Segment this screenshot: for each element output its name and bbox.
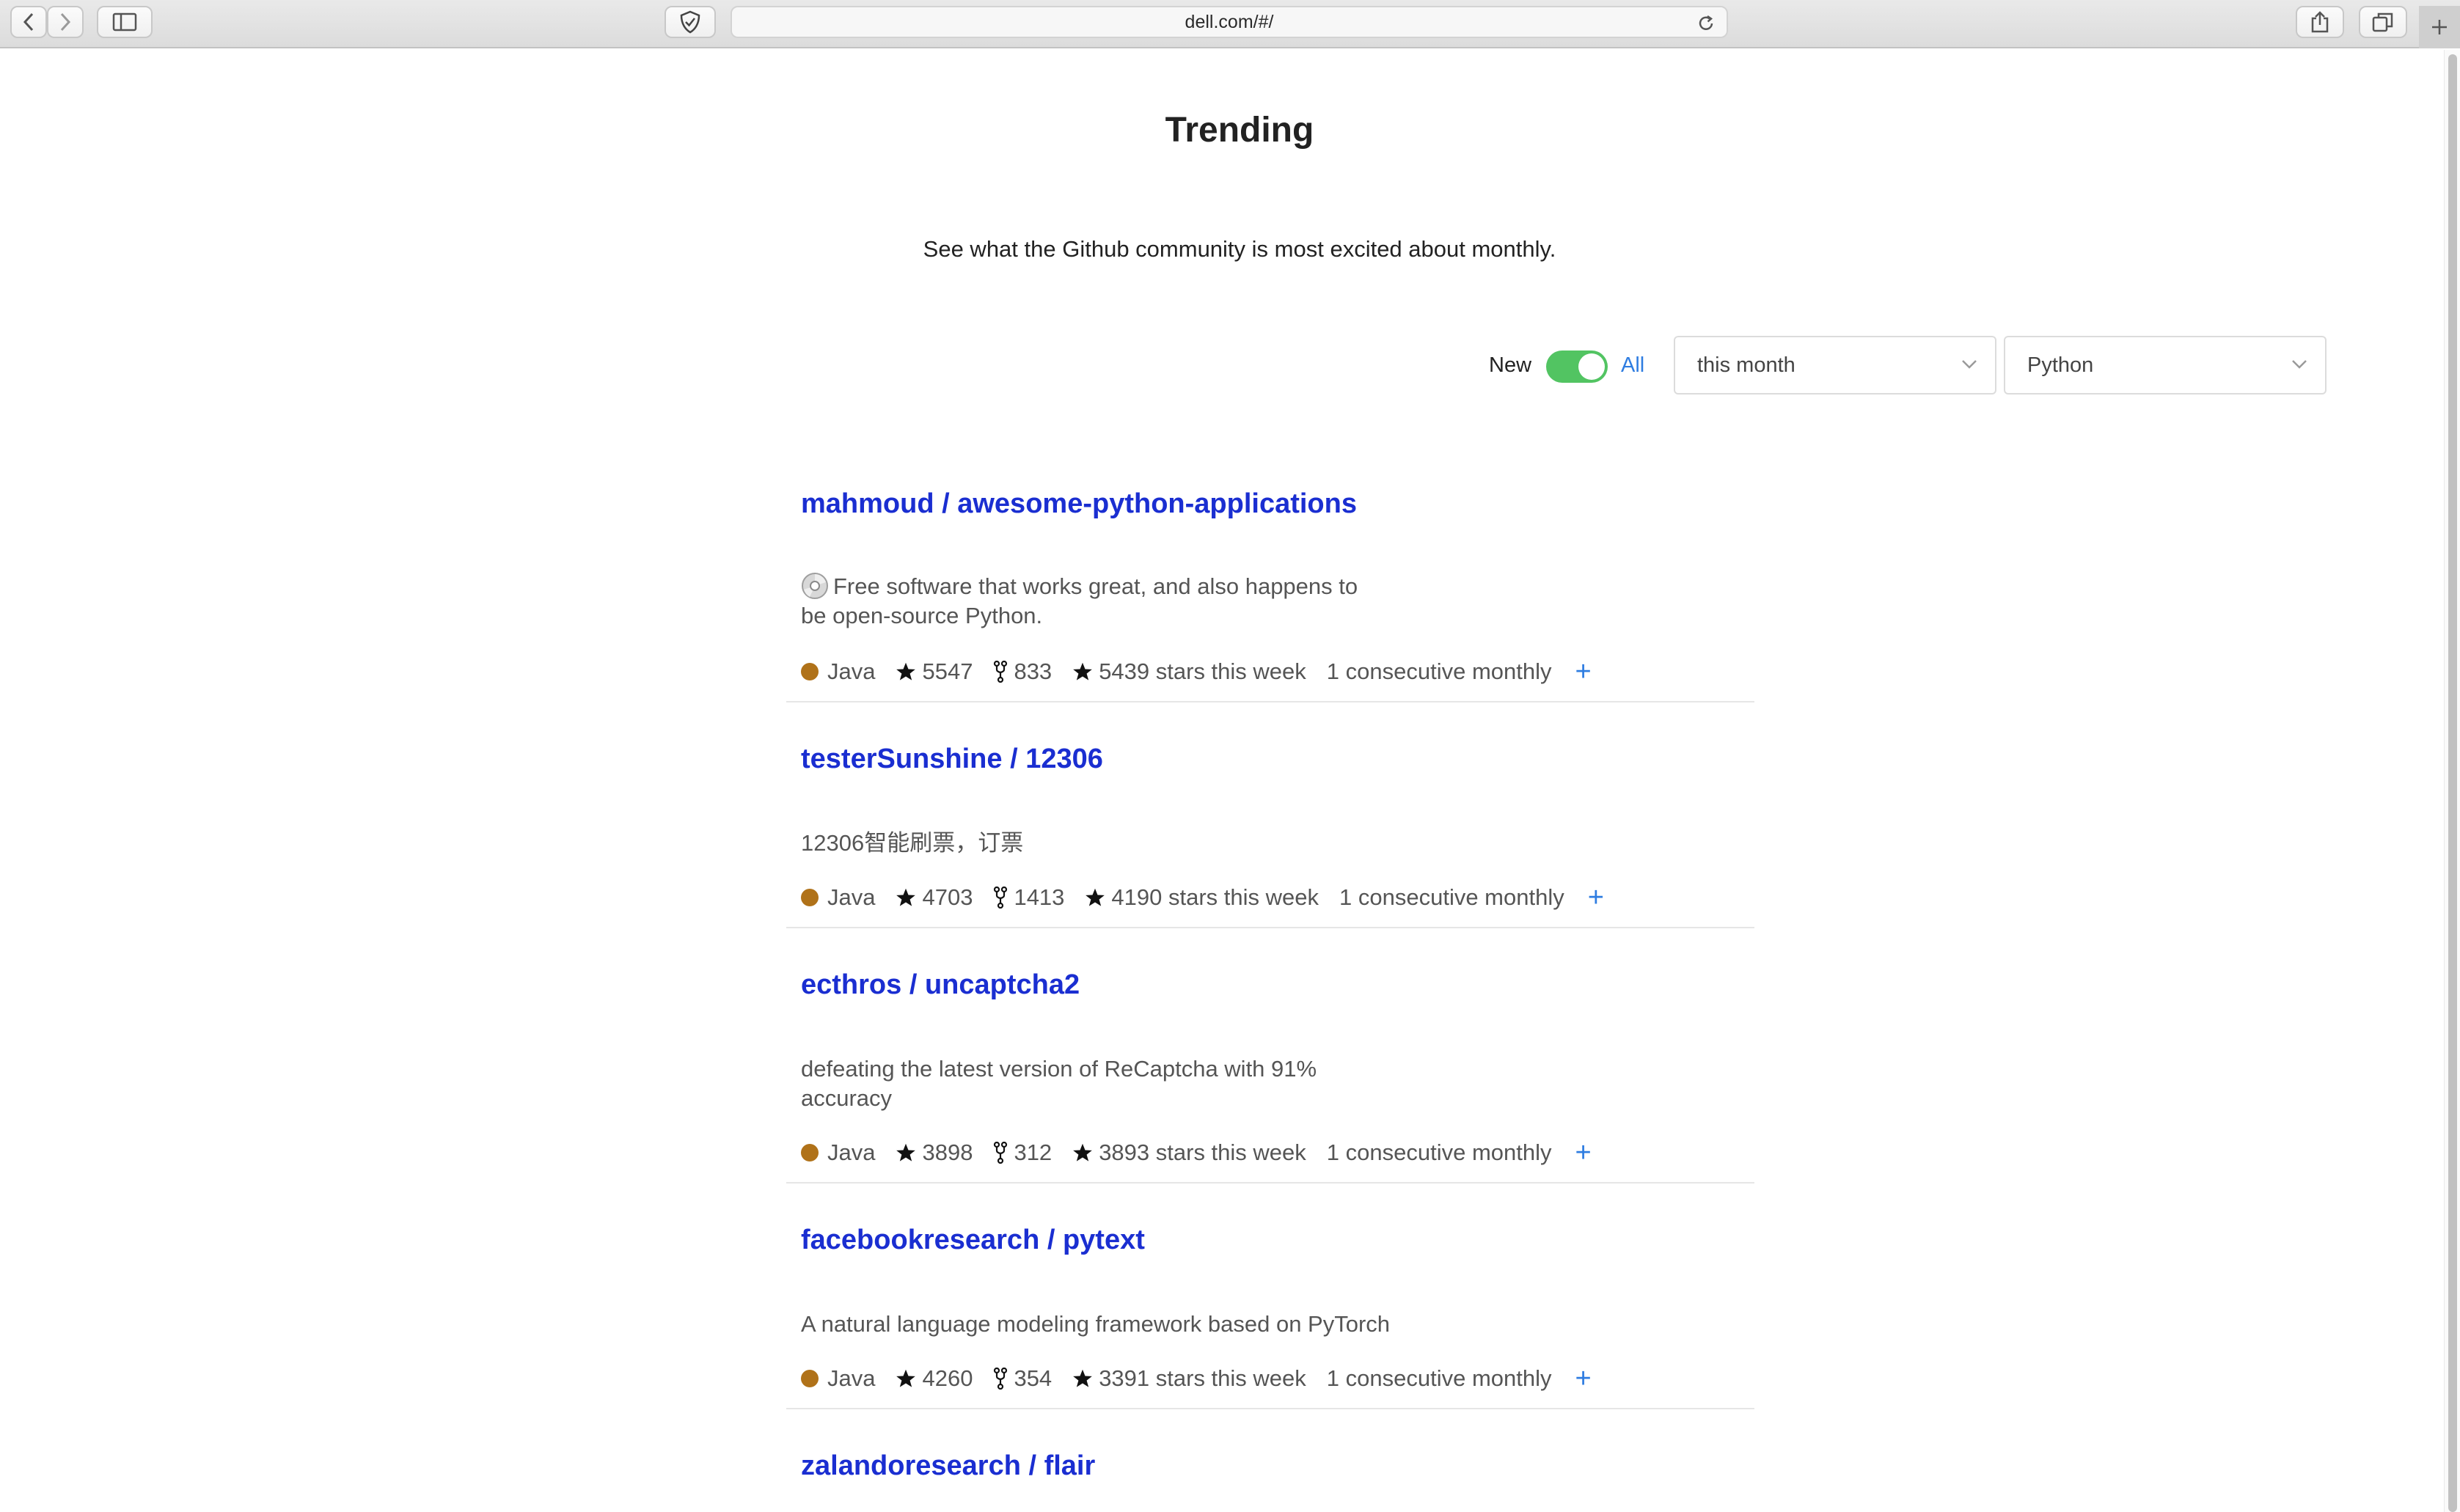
repo-stars-this-week: 5439 stars this week xyxy=(1099,658,1306,684)
language-select-value: Python xyxy=(2027,353,2094,377)
repo-stars: 4260 xyxy=(922,1365,973,1391)
repo-consecutive: 1 consecutive monthly xyxy=(1326,1365,1552,1391)
toggle-label-new: New xyxy=(1489,353,1532,377)
add-button[interactable]: + xyxy=(1575,1138,1592,1167)
forward-button[interactable] xyxy=(47,6,84,38)
repo-title-link[interactable]: mahmoud / awesome-python-applications xyxy=(801,488,1357,520)
repo-title-link[interactable]: testerSunshine / 12306 xyxy=(801,744,1103,775)
language-color-dot xyxy=(801,663,819,680)
browser-toolbar: dell.com/#/ xyxy=(0,0,2460,48)
chevron-down-icon xyxy=(1962,360,1977,369)
repo-description-line1: defeating the latest version of ReCaptch… xyxy=(801,1056,1317,1082)
star-icon xyxy=(896,1143,916,1161)
fork-icon xyxy=(994,1368,1008,1390)
reload-icon[interactable] xyxy=(1696,13,1716,34)
repo-stars: 3898 xyxy=(922,1139,973,1165)
repo-description: A natural language modeling framework ba… xyxy=(801,1310,1432,1339)
language-color-dot xyxy=(801,1370,819,1387)
repo-forks: 833 xyxy=(1014,658,1053,684)
repo-stars-this-week: 4190 stars this week xyxy=(1111,884,1319,910)
sidebar-icon xyxy=(112,12,137,32)
star-icon xyxy=(1073,662,1093,680)
address-bar[interactable]: dell.com/#/ xyxy=(731,6,1728,38)
repo-description-line2: accuracy xyxy=(801,1085,893,1111)
chevron-left-icon xyxy=(23,12,34,32)
repo-stars: 4703 xyxy=(922,884,973,910)
repo-language: Java xyxy=(827,1139,876,1165)
chevron-down-icon xyxy=(2292,360,2307,369)
url-text: dell.com/#/ xyxy=(1185,11,1274,32)
period-select-value: this month xyxy=(1697,353,1795,377)
repo-forks: 312 xyxy=(1014,1139,1053,1165)
repo-consecutive: 1 consecutive monthly xyxy=(1326,1139,1552,1165)
repo-consecutive: 1 consecutive monthly xyxy=(1326,658,1552,684)
star-icon xyxy=(896,888,916,906)
add-button[interactable]: + xyxy=(1575,1364,1592,1393)
repo-item: testerSunshine / 12306 12306智能刷票，订票 Java… xyxy=(786,702,1754,928)
toggle-knob xyxy=(1578,353,1605,380)
repo-description-line2: be open-source Python. xyxy=(801,603,1043,628)
repo-stars-this-week: 3893 stars this week xyxy=(1099,1139,1306,1165)
repo-stars-this-week: 3391 stars this week xyxy=(1099,1365,1306,1391)
disc-icon xyxy=(802,573,828,599)
star-icon xyxy=(1073,1143,1093,1161)
share-icon xyxy=(2311,11,2329,33)
privacy-shield-button[interactable] xyxy=(665,6,716,38)
repo-forks: 354 xyxy=(1014,1365,1053,1391)
shield-icon xyxy=(680,10,700,34)
repo-description-line1: A natural language modeling framework ba… xyxy=(801,1311,1391,1337)
repo-consecutive: 1 consecutive monthly xyxy=(1339,884,1564,910)
sidebar-toggle-button[interactable] xyxy=(97,6,153,38)
new-all-toggle[interactable] xyxy=(1546,351,1608,383)
add-button[interactable]: + xyxy=(1588,883,1604,912)
scroll-thumb[interactable] xyxy=(2448,54,2457,1512)
share-button[interactable] xyxy=(2296,6,2344,38)
repo-language: Java xyxy=(827,884,876,910)
language-color-dot xyxy=(801,1144,819,1161)
add-button[interactable]: + xyxy=(1575,657,1592,686)
star-icon xyxy=(1073,1369,1093,1387)
repo-description: defeating the latest version of ReCaptch… xyxy=(801,1054,1432,1113)
star-icon xyxy=(896,1369,916,1387)
tabs-overview-button[interactable] xyxy=(2359,6,2407,38)
plus-icon xyxy=(2432,20,2447,34)
language-color-dot xyxy=(801,889,819,906)
repo-forks: 1413 xyxy=(1014,884,1065,910)
repo-title-link[interactable]: ecthros / uncaptcha2 xyxy=(801,969,1080,1001)
back-button[interactable] xyxy=(10,6,47,38)
repo-meta: Java 4260 354 3391 stars this week 1 con… xyxy=(801,1364,1592,1393)
page-subtitle: See what the Github community is most ex… xyxy=(923,236,1556,262)
repo-language: Java xyxy=(827,658,876,684)
language-select[interactable]: Python xyxy=(2004,336,2327,394)
period-select[interactable]: this month xyxy=(1674,336,1996,394)
page-scrollbar[interactable] xyxy=(2444,50,2460,1512)
star-icon xyxy=(1086,888,1105,906)
repo-description: Free software that works great, and also… xyxy=(801,572,1432,631)
repo-title-link[interactable]: facebookresearch / pytext xyxy=(801,1225,1145,1256)
fork-icon xyxy=(994,887,1008,909)
toggle-label-all: All xyxy=(1621,353,1645,377)
repo-meta: Java 4703 1413 4190 stars this week 1 co… xyxy=(801,883,1604,912)
repo-meta: Java 5547 833 5439 stars this week 1 con… xyxy=(801,657,1592,686)
repo-language: Java xyxy=(827,1365,876,1391)
repo-description: 12306智能刷票，订票 xyxy=(801,829,1432,858)
new-tab-button[interactable] xyxy=(2419,6,2460,48)
repo-description-line1: 12306智能刷票，订票 xyxy=(801,830,1024,856)
repo-item: ecthros / uncaptcha2 defeating the lates… xyxy=(786,928,1754,1183)
star-icon xyxy=(896,662,916,680)
chevron-right-icon xyxy=(60,12,71,32)
repo-meta: Java 3898 312 3893 stars this week 1 con… xyxy=(801,1138,1592,1167)
fork-icon xyxy=(994,661,1008,683)
page-title: Trending xyxy=(1165,111,1314,150)
repo-item: facebookresearch / pytext A natural lang… xyxy=(786,1183,1754,1409)
repo-description-line1: Free software that works great, and also… xyxy=(833,573,1358,599)
tabs-icon xyxy=(2372,12,2393,32)
repo-item: mahmoud / awesome-python-applications Fr… xyxy=(786,469,1754,702)
fork-icon xyxy=(994,1142,1008,1164)
repo-stars: 5547 xyxy=(922,658,973,684)
repo-item: zalandoresearch / flair xyxy=(786,1409,1754,1512)
repo-title-link[interactable]: zalandoresearch / flair xyxy=(801,1450,1095,1482)
